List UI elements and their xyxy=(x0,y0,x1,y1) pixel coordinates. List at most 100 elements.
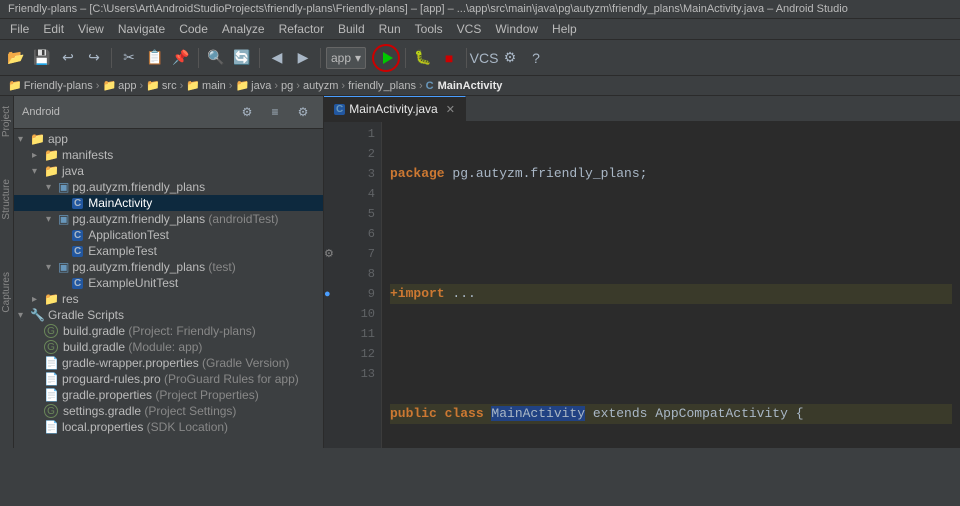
folder-icon-app: 📁 xyxy=(30,132,45,146)
toolbar-copy-btn[interactable]: 📋 xyxy=(143,46,167,70)
tab-close-btn[interactable]: ✕ xyxy=(446,103,455,116)
menu-tools[interactable]: Tools xyxy=(409,20,449,38)
gradle-settings-icon: G xyxy=(44,404,58,418)
bread-main[interactable]: 📁 main xyxy=(186,79,226,92)
toolbar-undo-btn[interactable]: ↩ xyxy=(56,46,80,70)
app-selector[interactable]: app ▾ xyxy=(326,47,366,69)
menu-code[interactable]: Code xyxy=(173,20,214,38)
toolbar-paste-btn[interactable]: 📌 xyxy=(169,46,193,70)
bread-autyzm[interactable]: autyzm xyxy=(303,80,338,92)
tree-arrow-build-proj xyxy=(32,326,44,337)
tree-arrow-java: ▾ xyxy=(32,166,44,177)
tree-arrow-local-props xyxy=(32,422,44,433)
toolbar-sep4 xyxy=(320,48,321,68)
side-tab-captures[interactable]: Captures xyxy=(0,266,13,319)
tree-label-mainactivity: MainActivity xyxy=(88,196,152,210)
toolbar-sep1 xyxy=(111,48,112,68)
tree-label-gradle-props: gradle.properties (Project Properties) xyxy=(62,388,259,402)
toolbar-find-btn[interactable]: 🔍 xyxy=(204,46,228,70)
toolbar-stop-btn[interactable]: ■ xyxy=(437,46,461,70)
gear-icon[interactable]: ⚙ xyxy=(291,100,315,124)
menu-run[interactable]: Run xyxy=(373,20,407,38)
tree-item-pkg-test[interactable]: ▾ ▣ pg.autyzm.friendly_plans (test) xyxy=(14,259,323,275)
menu-file[interactable]: File xyxy=(4,20,35,38)
toolbar-redo-btn[interactable]: ↪ xyxy=(82,46,106,70)
tree-item-exampletest[interactable]: C ExampleTest xyxy=(14,243,323,259)
tree-item-proguard[interactable]: 📄 proguard-rules.pro (ProGuard Rules for… xyxy=(14,371,323,387)
code-content[interactable]: package pg.autyzm.friendly_plans; +impor… xyxy=(382,122,960,448)
bread-mainactivity[interactable]: C MainActivity xyxy=(426,80,503,92)
tree-item-local-props[interactable]: 📄 local.properties (SDK Location) xyxy=(14,419,323,435)
toolbar-replace-btn[interactable]: 🔄 xyxy=(230,46,254,70)
toolbar-vcs-btn[interactable]: VCS xyxy=(472,46,496,70)
class-icon-exampletest: C xyxy=(72,246,83,257)
tree-item-gradle-wrapper[interactable]: 📄 gradle-wrapper.properties (Gradle Vers… xyxy=(14,355,323,371)
tree-label-gradle: Gradle Scripts xyxy=(48,308,124,322)
tree-item-gradle[interactable]: ▾ 🔧 Gradle Scripts xyxy=(14,307,323,323)
collapse-btn[interactable]: ≡ xyxy=(263,100,287,124)
editor-tabs: C MainActivity.java ✕ xyxy=(324,96,960,122)
tree-item-java[interactable]: ▾ 📁 java xyxy=(14,163,323,179)
bread-friendly-plans2[interactable]: friendly_plans xyxy=(348,80,416,92)
menu-navigate[interactable]: Navigate xyxy=(112,20,171,38)
menu-view[interactable]: View xyxy=(72,20,110,38)
tree-item-pkg-main[interactable]: ▾ ▣ pg.autyzm.friendly_plans xyxy=(14,179,323,195)
tree-arrow-settings-gradle xyxy=(32,406,44,417)
bread-app[interactable]: 📁 app xyxy=(102,79,136,92)
tree-item-settings-gradle[interactable]: G settings.gradle (Project Settings) xyxy=(14,403,323,419)
folder-icon: 📁 xyxy=(186,79,200,92)
code-editor[interactable]: ⚙ ● 1 2 3 4 5 6 7 8 9 10 11 12 13 xyxy=(324,122,960,448)
tree-item-manifests[interactable]: ▸ 📁 manifests xyxy=(14,147,323,163)
toolbar-open-btn[interactable]: 📂 xyxy=(4,46,28,70)
bread-pg[interactable]: pg xyxy=(281,80,293,92)
tree-item-pkg-androidtest[interactable]: ▾ ▣ pg.autyzm.friendly_plans (androidTes… xyxy=(14,211,323,227)
toolbar-debug-btn[interactable]: 🐛 xyxy=(411,46,435,70)
bread-friendly-plans[interactable]: 📁 Friendly-plans xyxy=(8,79,93,92)
class-icon-mainactivity: C xyxy=(72,198,83,209)
bread-sep1: › xyxy=(96,80,100,92)
sync-btn[interactable]: ⚙ xyxy=(235,100,259,124)
package-icon-test: ▣ xyxy=(58,260,69,274)
side-tab-project[interactable]: Project xyxy=(0,100,13,143)
bread-java[interactable]: 📁 java xyxy=(235,79,271,92)
tree-item-build-app[interactable]: G build.gradle (Module: app) xyxy=(14,339,323,355)
line-num-12: 12 xyxy=(342,344,375,364)
tree-item-gradle-props[interactable]: 📄 gradle.properties (Project Properties) xyxy=(14,387,323,403)
line-num-10: 10 xyxy=(342,304,375,324)
toolbar-save-btn[interactable]: 💾 xyxy=(30,46,54,70)
gutter-icon-3 xyxy=(324,164,342,184)
project-header-actions: ⚙ ≡ ⚙ xyxy=(235,100,315,124)
class-icon: C xyxy=(426,80,434,92)
toolbar-cut-btn[interactable]: ✂ xyxy=(117,46,141,70)
gradle-icon: 🔧 xyxy=(30,308,45,322)
editor-tab-mainactivity[interactable]: C MainActivity.java ✕ xyxy=(324,96,466,121)
tree-item-apptest[interactable]: C ApplicationTest xyxy=(14,227,323,243)
gutter-icon-9: ● xyxy=(324,284,342,304)
tree-item-app[interactable]: ▾ 📁 app xyxy=(14,131,323,147)
tree-arrow-exampleunit xyxy=(60,278,72,289)
menu-refactor[interactable]: Refactor xyxy=(273,20,330,38)
side-tab-structure[interactable]: Structure xyxy=(0,173,13,226)
tree-item-exampleunit[interactable]: C ExampleUnitTest xyxy=(14,275,323,291)
toolbar-back-btn[interactable]: ◀ xyxy=(265,46,289,70)
tree-item-mainactivity[interactable]: C MainActivity xyxy=(14,195,323,211)
toolbar-help-btn[interactable]: ? xyxy=(524,46,548,70)
toolbar-forward-btn[interactable]: ▶ xyxy=(291,46,315,70)
run-button[interactable] xyxy=(372,44,400,72)
menu-build[interactable]: Build xyxy=(332,20,371,38)
toolbar-settings-btn[interactable]: ⚙ xyxy=(498,46,522,70)
tree-arrow-gradle: ▾ xyxy=(18,310,30,321)
tree-label-pkg-test: pg.autyzm.friendly_plans (test) xyxy=(72,260,235,274)
bread-sep2: › xyxy=(140,80,144,92)
menu-vcs[interactable]: VCS xyxy=(451,20,488,38)
tree-item-res[interactable]: ▸ 📁 res xyxy=(14,291,323,307)
menu-help[interactable]: Help xyxy=(546,20,583,38)
code-line-5: public class MainActivity extends AppCom… xyxy=(390,404,952,424)
bread-src[interactable]: 📁 src xyxy=(146,79,176,92)
menu-analyze[interactable]: Analyze xyxy=(216,20,271,38)
toolbar-sep5 xyxy=(405,48,406,68)
tree-item-build-proj[interactable]: G build.gradle (Project: Friendly-plans) xyxy=(14,323,323,339)
menu-edit[interactable]: Edit xyxy=(37,20,70,38)
code-line-3: +import ... xyxy=(390,284,952,304)
menu-window[interactable]: Window xyxy=(489,20,544,38)
